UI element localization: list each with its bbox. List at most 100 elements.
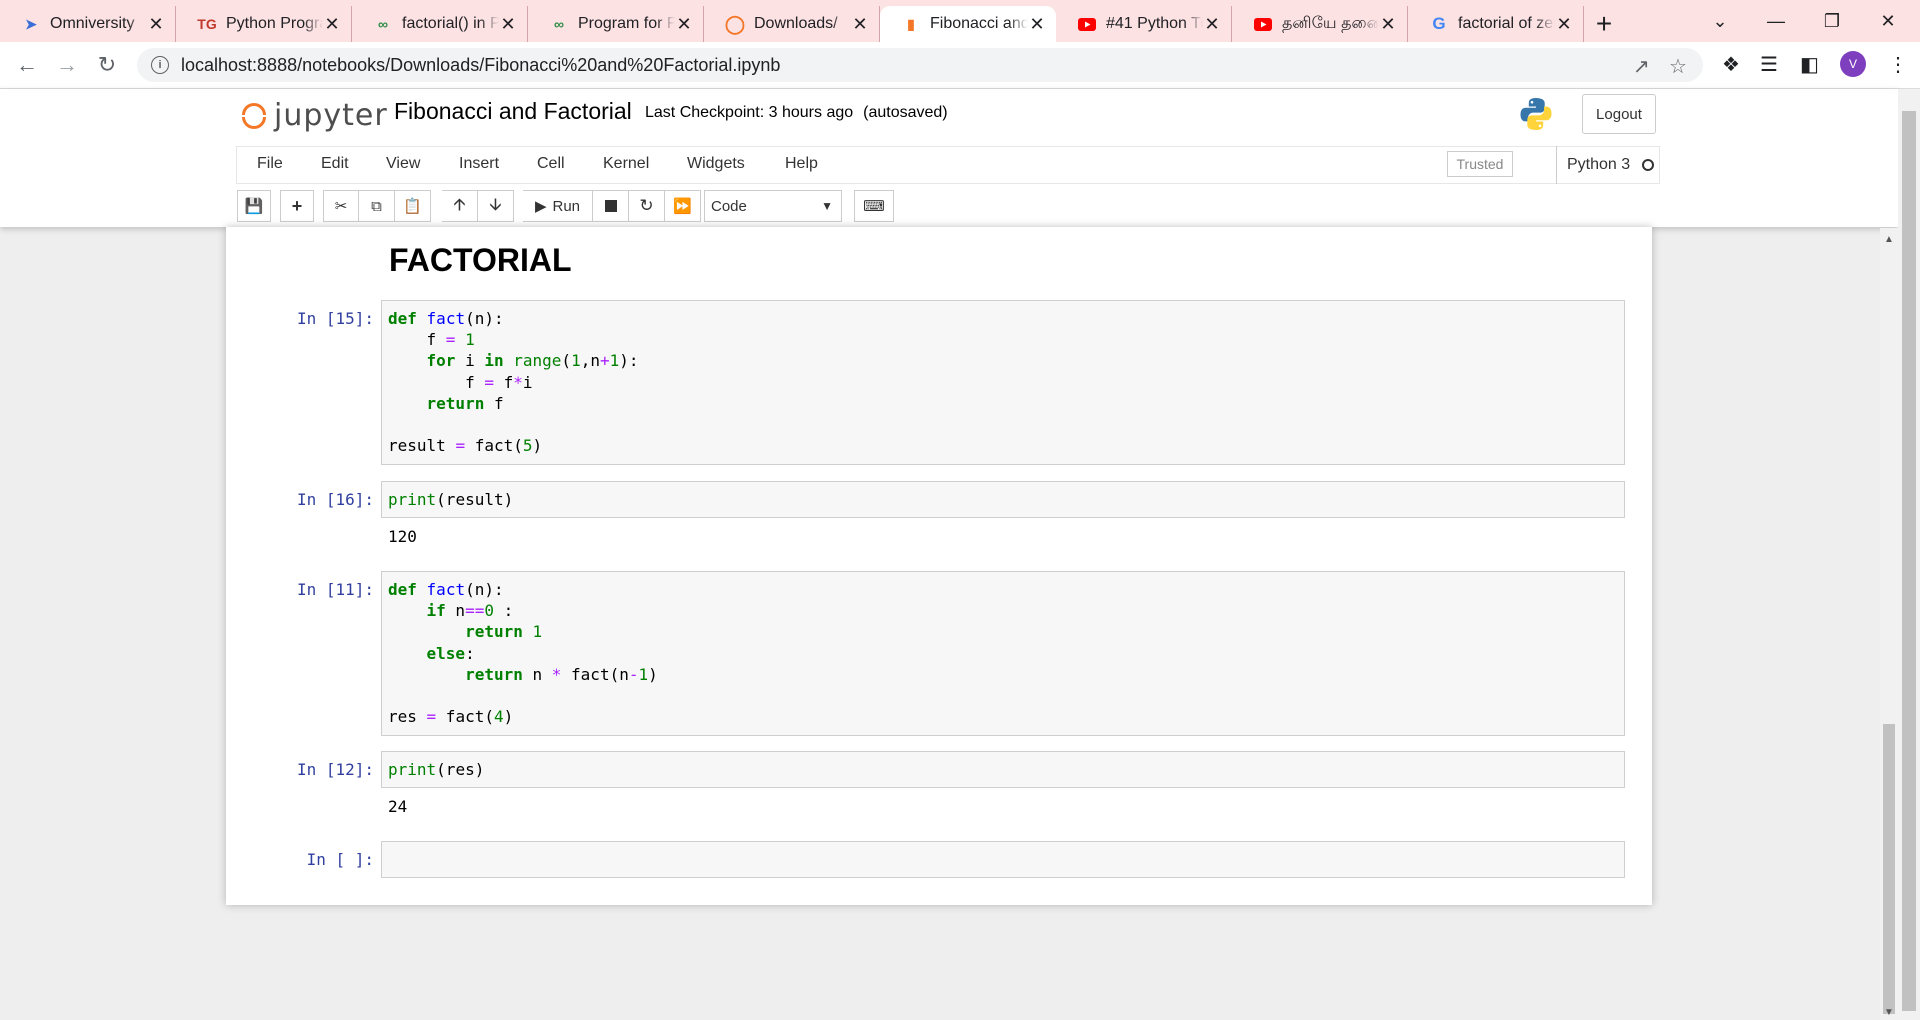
menu-cell[interactable]: Cell	[537, 155, 565, 173]
tab-fibonacci-factorial[interactable]: ▮ Fibonacci and Factorial ✕	[880, 6, 1056, 42]
tab-factorial-zero[interactable]: G factorial of zero ✕	[1408, 6, 1584, 42]
profile-avatar[interactable]: V	[1840, 51, 1866, 77]
close-icon[interactable]: ✕	[147, 14, 165, 35]
restart-kernel-button[interactable]: ↻	[629, 190, 665, 222]
code-cell-editor[interactable]: print(result)	[381, 481, 1625, 518]
restore-button[interactable]: ❐	[1802, 0, 1862, 42]
insert-cell-button[interactable]: +	[280, 190, 314, 222]
plus-icon: +	[291, 195, 303, 216]
menu-kernel[interactable]: Kernel	[603, 155, 649, 173]
cell-prompt: In [11]:	[296, 580, 374, 599]
address-bar[interactable]: i localhost:8888/notebooks/Downloads/Fib…	[137, 48, 1703, 82]
scroll-up-icon[interactable]: ▲	[1884, 234, 1894, 245]
scissors-icon: ✂	[334, 198, 348, 215]
code-cell-editor[interactable]: def fact(n): if n==0 : return 1 else: re…	[381, 571, 1625, 736]
scrollbar-thumb[interactable]	[1883, 724, 1895, 1014]
tab-tamil-video[interactable]: தனியே தனை ✕	[1232, 6, 1408, 42]
tab-title: Program for Fibonacci	[578, 15, 675, 32]
copy-button[interactable]: ⧉	[359, 190, 395, 222]
restart-run-all-button[interactable]: ⏩	[665, 190, 701, 222]
save-button[interactable]: 💾	[237, 190, 271, 222]
menu-edit[interactable]: Edit	[321, 155, 349, 173]
share-icon[interactable]: ↗	[1633, 54, 1650, 79]
minimize-button[interactable]: —	[1746, 0, 1806, 42]
tab-factorial-python[interactable]: ∞ factorial() in Python ✕	[352, 6, 528, 42]
geeks-icon: ∞	[554, 16, 564, 32]
markdown-heading[interactable]: FACTORIAL	[389, 242, 572, 279]
extensions-puzzle-icon[interactable]: ❖	[1722, 52, 1740, 77]
cell-prompt: In [ ]:	[306, 850, 374, 869]
cell-type-value: Code	[711, 197, 747, 215]
scrollbar-thumb[interactable]	[1902, 111, 1916, 1011]
code-cell-editor[interactable]	[381, 841, 1625, 878]
close-icon[interactable]: ✕	[675, 14, 693, 35]
close-window-button[interactable]: ✕	[1858, 0, 1918, 42]
youtube-icon	[1254, 15, 1272, 33]
reload-button[interactable]: ↻	[92, 50, 122, 80]
close-icon[interactable]: ✕	[1379, 14, 1397, 35]
cell-prompt: In [12]:	[296, 760, 374, 779]
interrupt-button[interactable]	[593, 190, 629, 222]
close-icon[interactable]: ✕	[1555, 14, 1573, 35]
close-icon[interactable]: ✕	[499, 14, 517, 35]
command-palette-button[interactable]: ⌨	[854, 190, 894, 222]
menu-widgets[interactable]: Widgets	[687, 155, 745, 173]
tab-search-button[interactable]: ⌄	[1690, 0, 1750, 42]
close-icon[interactable]: ✕	[1203, 14, 1221, 35]
page-scrollbar[interactable]	[1898, 89, 1920, 1020]
geeks-icon: ∞	[378, 16, 388, 32]
close-icon[interactable]: ✕	[851, 14, 869, 35]
jupyter-icon: ◯	[724, 13, 746, 34]
code-cell-editor[interactable]: print(res)	[381, 751, 1625, 788]
code-cell-editor[interactable]: def fact(n): f = 1 for i in range(1,n+1)…	[381, 300, 1625, 465]
chevron-down-icon: ⌄	[1712, 10, 1728, 31]
logout-button[interactable]: Logout	[1582, 94, 1656, 134]
arrow-down-icon: 🡫	[489, 194, 502, 214]
arrow-up-icon: 🡩	[453, 194, 466, 214]
notebook-scrollbar[interactable]: ▲ ▼	[1880, 228, 1898, 1020]
info-icon[interactable]: i	[151, 56, 169, 74]
save-icon: 💾	[244, 198, 264, 215]
bookmark-star-icon[interactable]: ☆	[1669, 54, 1687, 79]
tab-omniversity[interactable]: ➤ Omniversity ✕	[0, 6, 176, 42]
kernel-idle-icon	[1642, 159, 1655, 171]
scroll-down-icon[interactable]: ▼	[1884, 1007, 1894, 1018]
paste-button[interactable]: 📋	[395, 190, 431, 222]
kernel-name: Python 3	[1567, 156, 1631, 173]
kernel-indicator[interactable]: Python 3	[1556, 146, 1655, 184]
python-logo-icon	[1520, 98, 1552, 130]
tab-title: #41 Python Tutorial	[1106, 15, 1203, 32]
jupyter-logo[interactable]: jupyter	[242, 98, 388, 133]
menu-help[interactable]: Help	[785, 155, 818, 173]
chevron-down-icon: ▼	[821, 199, 833, 213]
move-up-button[interactable]: 🡩	[442, 190, 478, 222]
back-button[interactable]: ←	[12, 50, 42, 80]
menu-view[interactable]: View	[386, 155, 420, 173]
jupyter-wordmark: jupyter	[274, 98, 388, 133]
close-icon[interactable]: ✕	[323, 14, 341, 35]
run-button[interactable]: ▶ Run	[523, 190, 593, 222]
cell-type-select[interactable]: Code ▼	[704, 190, 842, 222]
media-queue-icon[interactable]: ☰	[1760, 52, 1778, 77]
tab-python-programming[interactable]: TG Python Programming ✕	[176, 6, 352, 42]
menu-file[interactable]: File	[257, 155, 283, 173]
trusted-badge[interactable]: Trusted	[1447, 151, 1513, 177]
tab-downloads[interactable]: ◯ Downloads/ ✕	[704, 6, 880, 42]
tab-python-tutorial[interactable]: #41 Python Tutorial ✕	[1056, 6, 1232, 42]
url-text[interactable]: localhost:8888/notebooks/Downloads/Fibon…	[181, 55, 780, 76]
notebook-title[interactable]: Fibonacci and Factorial	[394, 98, 632, 125]
forward-button[interactable]: →	[52, 50, 82, 80]
move-down-button[interactable]: 🡫	[478, 190, 514, 222]
reload-icon: ↻	[97, 52, 117, 77]
close-icon[interactable]: ✕	[1028, 14, 1046, 35]
restore-icon: ❐	[1823, 10, 1841, 31]
menu-insert[interactable]: Insert	[459, 155, 499, 173]
side-panel-icon[interactable]: ◧	[1800, 52, 1819, 77]
cut-button[interactable]: ✂	[323, 190, 359, 222]
tab-program-fibonacci[interactable]: ∞ Program for Fibonacci ✕	[528, 6, 704, 42]
new-tab-button[interactable]: +	[1584, 6, 1624, 42]
arrow-left-icon: ←	[16, 52, 38, 77]
kebab-menu-icon[interactable]: ⋮	[1888, 52, 1908, 77]
tab-title: Python Programming	[226, 15, 323, 32]
minimize-icon: —	[1767, 10, 1785, 31]
